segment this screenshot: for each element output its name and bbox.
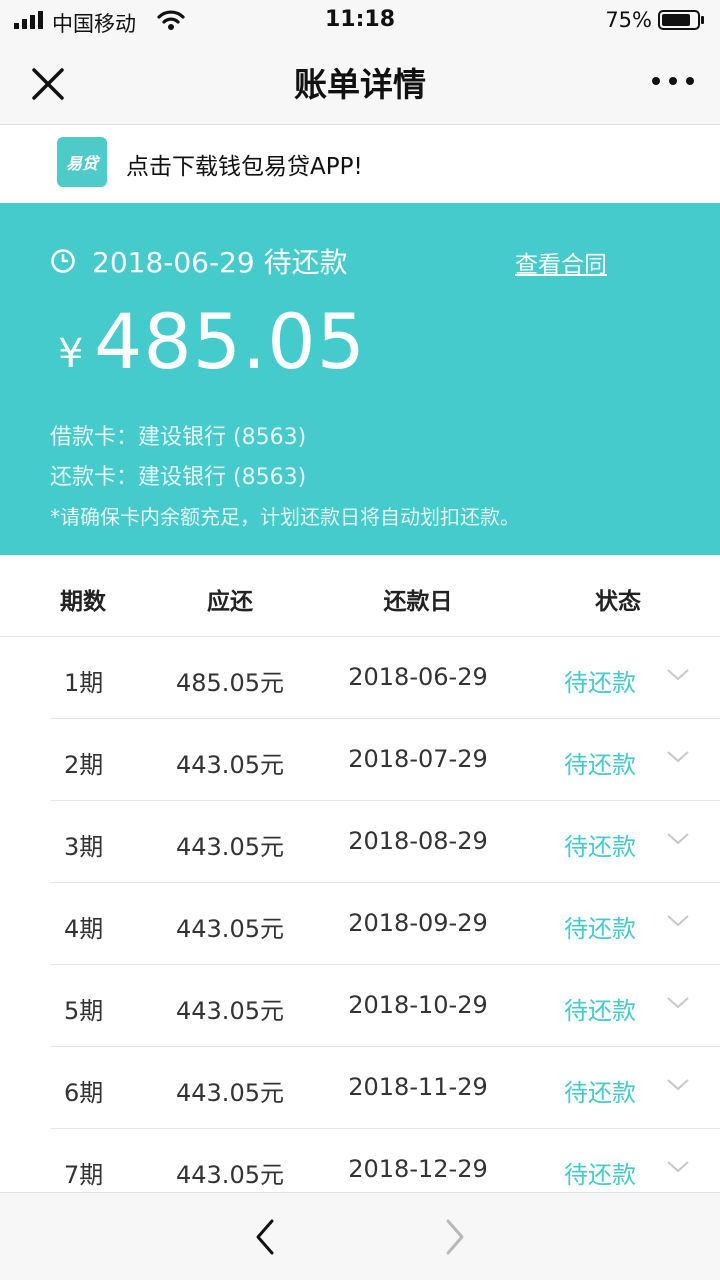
- row-status: 待还款: [564, 1161, 636, 1189]
- forward-arrow-icon[interactable]: [440, 1217, 470, 1257]
- nav-header: 账单详情: [0, 40, 720, 125]
- row-date: 2018-09-29: [348, 909, 488, 937]
- row-amount: 443.05元: [176, 997, 284, 1025]
- bill-summary: 2018-06-29 待还款 查看合同 ¥ 485.05 借款卡：建设银行 (8…: [0, 203, 720, 555]
- row-amount: 443.05元: [176, 1161, 284, 1189]
- row-date: 2018-06-29: [348, 663, 488, 691]
- table-row[interactable]: 1期 485.05元 2018-06-29 待还款: [0, 637, 720, 719]
- row-period: 1期: [64, 669, 104, 697]
- clock-icon: [51, 249, 75, 273]
- more-icon[interactable]: [648, 66, 698, 96]
- header-status: 状态: [595, 589, 641, 615]
- table-row[interactable]: 4期 443.05元 2018-09-29 待还款: [0, 883, 720, 965]
- chevron-down-icon[interactable]: [666, 913, 690, 929]
- status-bar: 中国移动 11:18 75%: [0, 0, 720, 40]
- loan-card: 借款卡：建设银行 (8563): [50, 425, 307, 450]
- page: 中国移动 11:18 75% 账单详情 易贷 点击下载钱包易贷APP! 2018…: [0, 0, 720, 1280]
- row-period: 6期: [64, 1079, 104, 1107]
- currency-symbol: ¥: [58, 331, 84, 377]
- row-status: 待还款: [564, 1079, 636, 1107]
- app-logo: 易贷: [57, 137, 107, 187]
- row-date: 2018-10-29: [348, 991, 488, 1019]
- table-row[interactable]: 6期 443.05元 2018-11-29 待还款: [0, 1047, 720, 1129]
- chevron-down-icon[interactable]: [666, 1159, 690, 1175]
- row-date: 2018-12-29: [348, 1155, 488, 1183]
- header-date: 还款日: [383, 589, 453, 615]
- row-amount: 485.05元: [176, 669, 284, 697]
- row-period: 4期: [64, 915, 104, 943]
- due-amount: 485.05: [94, 297, 366, 386]
- browser-toolbar: [0, 1192, 720, 1280]
- row-amount: 443.05元: [176, 751, 284, 779]
- table-row[interactable]: 2期 443.05元 2018-07-29 待还款: [0, 719, 720, 801]
- row-period: 3期: [64, 833, 104, 861]
- banner-text: 点击下载钱包易贷APP!: [126, 154, 363, 180]
- chevron-down-icon[interactable]: [666, 1077, 690, 1093]
- view-contract-link[interactable]: 查看合同: [515, 245, 607, 279]
- chevron-down-icon[interactable]: [666, 667, 690, 683]
- row-amount: 443.05元: [176, 915, 284, 943]
- row-date: 2018-11-29: [348, 1073, 488, 1101]
- battery-icon: [658, 10, 704, 30]
- table-row[interactable]: 3期 443.05元 2018-08-29 待还款: [0, 801, 720, 883]
- due-date-status: 2018-06-29 待还款: [92, 246, 348, 279]
- row-status: 待还款: [564, 997, 636, 1025]
- page-title: 账单详情: [294, 65, 426, 104]
- battery-percent: 75%: [605, 8, 652, 32]
- row-amount: 443.05元: [176, 1079, 284, 1107]
- chevron-down-icon[interactable]: [666, 995, 690, 1011]
- row-date: 2018-07-29: [348, 745, 488, 773]
- chevron-down-icon[interactable]: [666, 831, 690, 847]
- balance-note: *请确保卡内余额充足，计划还款日将自动划扣还款。: [50, 505, 520, 529]
- installment-list: 1期 485.05元 2018-06-29 待还款 2期 443.05元 201…: [0, 637, 720, 1211]
- chevron-down-icon[interactable]: [666, 749, 690, 765]
- download-banner[interactable]: 易贷 点击下载钱包易贷APP!: [0, 125, 720, 203]
- header-period: 期数: [60, 589, 106, 615]
- repay-card: 还款卡：建设银行 (8563): [50, 465, 307, 490]
- row-period: 5期: [64, 997, 104, 1025]
- row-status: 待还款: [564, 833, 636, 861]
- row-date: 2018-08-29: [348, 827, 488, 855]
- row-status: 待还款: [564, 751, 636, 779]
- row-period: 7期: [64, 1161, 104, 1189]
- back-arrow-icon[interactable]: [250, 1217, 280, 1257]
- table-row[interactable]: 5期 443.05元 2018-10-29 待还款: [0, 965, 720, 1047]
- row-period: 2期: [64, 751, 104, 779]
- row-status: 待还款: [564, 915, 636, 943]
- table-header: 期数 应还 还款日 状态: [0, 556, 720, 637]
- header-amount: 应还: [207, 589, 253, 615]
- row-amount: 443.05元: [176, 833, 284, 861]
- row-status: 待还款: [564, 669, 636, 697]
